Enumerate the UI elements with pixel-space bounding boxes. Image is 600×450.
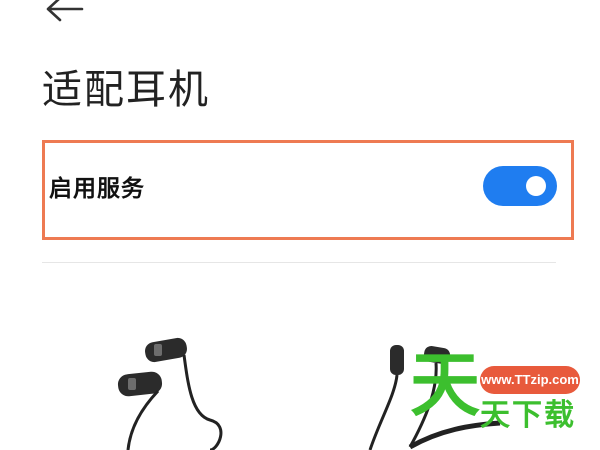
divider bbox=[42, 262, 556, 263]
back-button[interactable] bbox=[44, 0, 88, 24]
watermark-text: 天下载 bbox=[480, 398, 576, 433]
earphones-icon bbox=[117, 337, 223, 450]
arrow-left-icon bbox=[46, 0, 84, 22]
toggle-knob bbox=[526, 176, 546, 196]
enable-service-label: 启用服务 bbox=[49, 176, 145, 202]
page-title: 适配耳机 bbox=[42, 67, 210, 113]
enable-service-toggle[interactable] bbox=[483, 166, 557, 206]
watermark-logo-char: 天 bbox=[410, 344, 480, 426]
watermark-url: www.TTzip.com bbox=[480, 366, 580, 394]
enable-service-row[interactable]: 启用服务 bbox=[42, 140, 574, 240]
